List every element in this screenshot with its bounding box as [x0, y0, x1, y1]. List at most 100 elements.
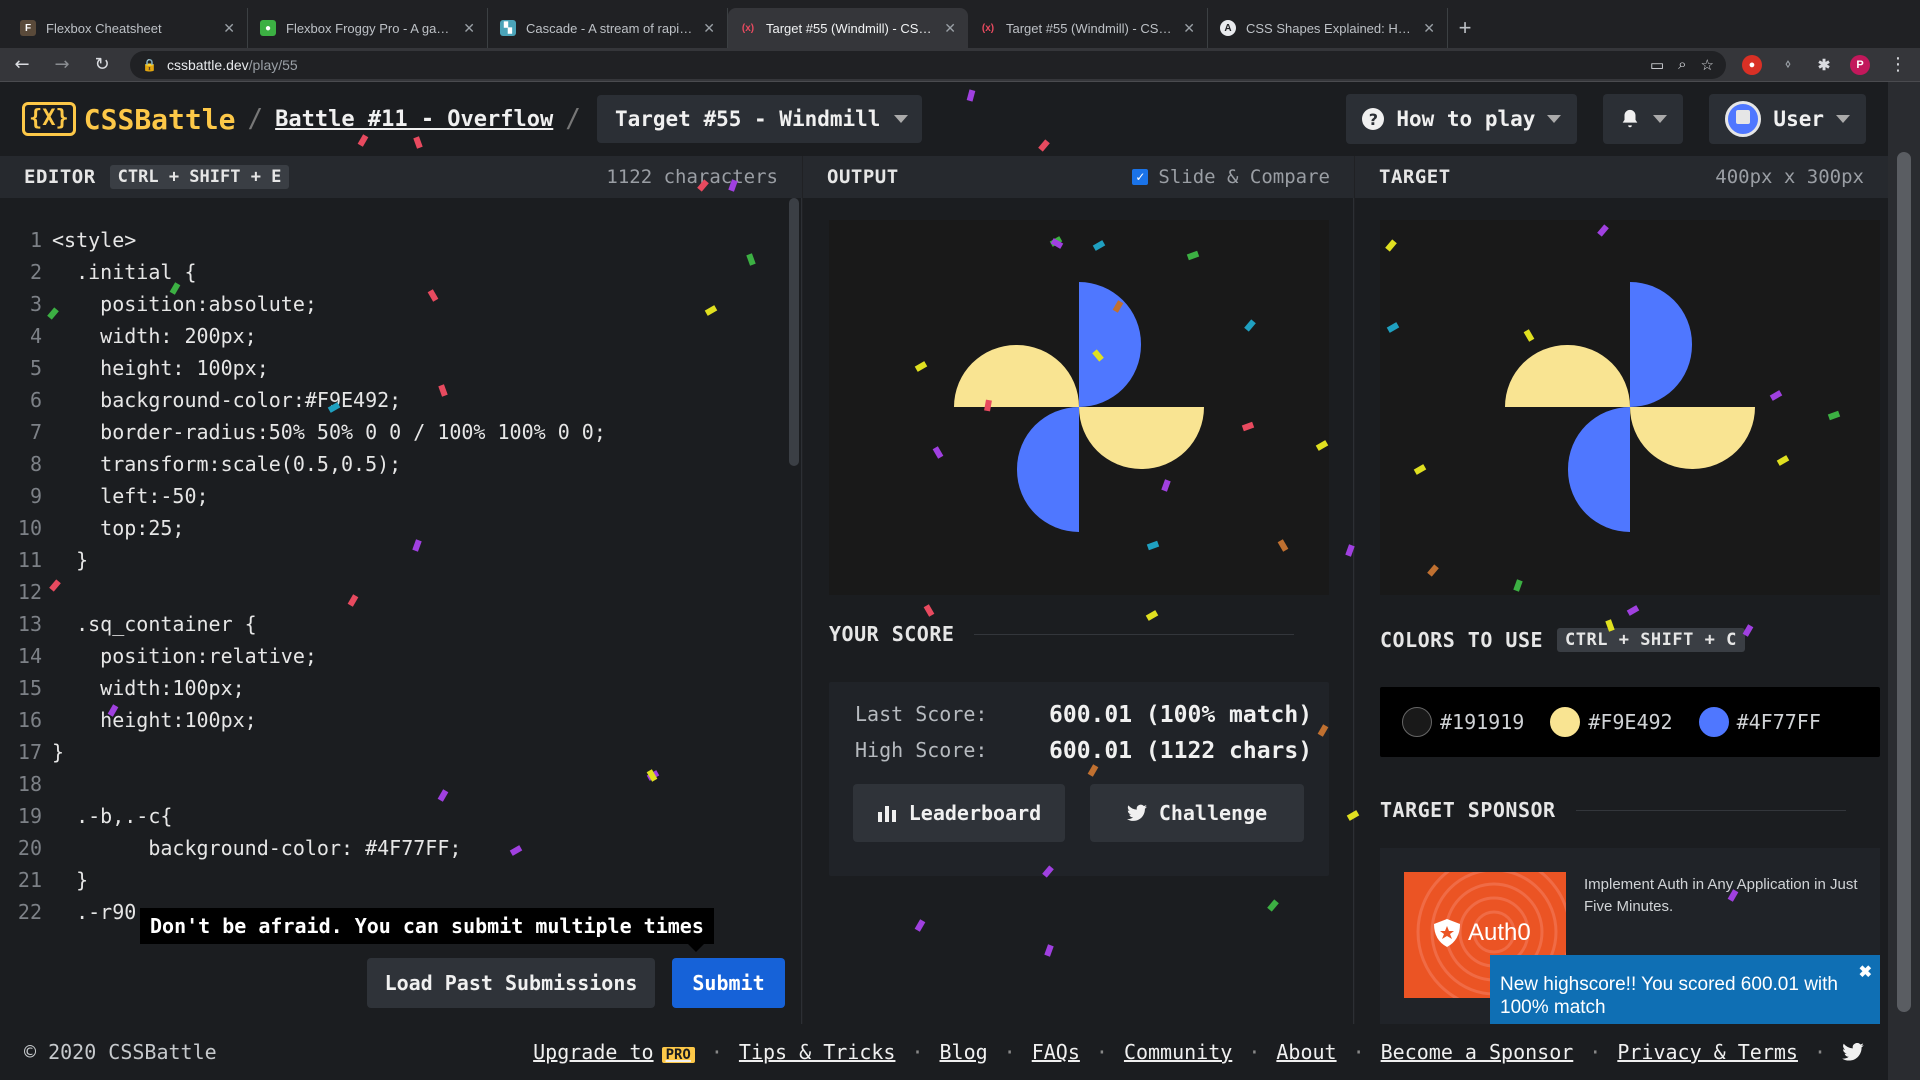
code-text[interactable]: }	[44, 736, 64, 768]
profile-avatar[interactable]: P	[1850, 54, 1870, 75]
zoom-icon[interactable]: ⌕	[1678, 56, 1686, 74]
code-line[interactable]: 8 transform:scale(0.5,0.5);	[0, 448, 780, 480]
target-select[interactable]: Target #55 - Windmill	[596, 95, 923, 143]
footer-link-tips[interactable]: Tips & Tricks	[739, 1040, 896, 1064]
code-line[interactable]: 14 position:relative;	[0, 640, 780, 672]
extensions-puzzle-icon[interactable]: ✱	[1814, 55, 1834, 75]
load-past-submissions-button[interactable]: Load Past Submissions	[367, 958, 655, 1008]
editor-scrollbar[interactable]	[789, 198, 799, 466]
code-text[interactable]: left:-50;	[44, 480, 208, 512]
code-line[interactable]: 2 .initial {	[0, 256, 780, 288]
forward-icon[interactable]: →	[50, 53, 74, 77]
code-line[interactable]: 9 left:-50;	[0, 480, 780, 512]
slide-compare-toggle[interactable]: ✓ Slide & Compare	[1132, 166, 1330, 188]
address-bar[interactable]: 🔒 cssbattle.dev/play/55 ▭ ⌕ ☆	[130, 50, 1726, 79]
code-line[interactable]: 18	[0, 768, 780, 800]
code-line[interactable]: 1 <style>	[0, 224, 780, 256]
close-tab-icon[interactable]: ✕	[463, 20, 475, 37]
browser-tab[interactable]: ● Flexbox Froggy Pro - A game fo ✕	[248, 8, 488, 48]
code-line[interactable]: 15 width:100px;	[0, 672, 780, 704]
code-text[interactable]: position:absolute;	[44, 288, 317, 320]
code-text[interactable]: background-color: #4F77FF;	[44, 832, 461, 864]
code-line[interactable]: 13 .sq_container {	[0, 608, 780, 640]
code-text[interactable]: }	[44, 864, 88, 896]
user-menu-button[interactable]: User	[1709, 94, 1866, 144]
close-tab-icon[interactable]: ✕	[1183, 20, 1195, 37]
code-line[interactable]: 5 height: 100px;	[0, 352, 780, 384]
code-line[interactable]: 19 .-b,.-c{	[0, 800, 780, 832]
code-text[interactable]: }	[44, 544, 88, 576]
code-line[interactable]: 17}	[0, 736, 780, 768]
code-line[interactable]: 6 background-color:#F9E492;	[0, 384, 780, 416]
code-text[interactable]: <style>	[44, 224, 136, 256]
code-text[interactable]: .initial {	[44, 256, 196, 288]
code-text[interactable]: .sq_container {	[44, 608, 257, 640]
code-text[interactable]: top:25;	[44, 512, 184, 544]
close-tab-icon[interactable]: ✕	[703, 20, 715, 37]
code-line[interactable]: 3 position:absolute;	[0, 288, 780, 320]
cssbattle-logo[interactable]: {X} CSSBattle	[22, 102, 235, 136]
code-text[interactable]: height: 100px;	[44, 352, 269, 384]
code-line[interactable]: 7 border-radius:50% 50% 0 0 / 100% 100% …	[0, 416, 780, 448]
highscore-toast[interactable]: ✖ New highscore!! You scored 600.01 with…	[1490, 955, 1880, 1035]
submit-button[interactable]: Submit	[672, 958, 785, 1008]
close-tab-icon[interactable]: ✕	[944, 20, 956, 37]
browser-menu-icon[interactable]: ⋮	[1886, 53, 1910, 77]
footer-link-upgrade[interactable]: Upgrade to PRO	[533, 1040, 695, 1064]
code-text[interactable]: border-radius:50% 50% 0 0 / 100% 100% 0 …	[44, 416, 606, 448]
code-text[interactable]: height:100px;	[44, 704, 257, 736]
code-area[interactable]: 1 <style> 2 .initial {3 position:absolute;…	[0, 224, 780, 928]
back-icon[interactable]: ←	[10, 53, 34, 77]
code-line[interactable]: 11 }	[0, 544, 780, 576]
close-tab-icon[interactable]: ✕	[223, 20, 235, 37]
footer-link-about[interactable]: About	[1276, 1040, 1336, 1064]
code-text[interactable]: position:relative;	[44, 640, 317, 672]
footer-link-community[interactable]: Community	[1124, 1040, 1232, 1064]
code-text[interactable]: width:100px;	[44, 672, 245, 704]
reload-icon[interactable]: ↻	[90, 53, 114, 77]
color-swatch-item[interactable]: #4F77FF	[1698, 707, 1821, 737]
how-to-play-button[interactable]: ? How to play	[1346, 94, 1578, 144]
twitter-icon[interactable]	[1842, 1043, 1864, 1061]
color-swatch-item[interactable]: #F9E492	[1550, 707, 1673, 737]
code-text[interactable]: .-b,.-c{	[44, 800, 172, 832]
notifications-button[interactable]	[1603, 94, 1684, 144]
code-line[interactable]: 10 top:25;	[0, 512, 780, 544]
color-swatch-item[interactable]: #191919	[1402, 707, 1524, 737]
code-line[interactable]: 20 background-color: #4F77FF;	[0, 832, 780, 864]
footer-link-faqs[interactable]: FAQs	[1032, 1040, 1080, 1064]
code-text[interactable]: background-color:#F9E492;	[44, 384, 401, 416]
cast-icon[interactable]: ▭	[1650, 56, 1664, 74]
code-text[interactable]: width: 200px;	[44, 320, 257, 352]
code-line[interactable]: 4 width: 200px;	[0, 320, 780, 352]
code-line[interactable]: 12	[0, 576, 780, 608]
code-editor[interactable]: 1 <style> 2 .initial {3 position:absolute;…	[0, 198, 802, 1024]
code-text[interactable]	[44, 576, 52, 608]
battle-link[interactable]: Battle #11 - Overflow	[275, 107, 553, 132]
target-canvas[interactable]	[1380, 220, 1880, 595]
code-line[interactable]: 21 }	[0, 864, 780, 896]
new-tab-button[interactable]: +	[1448, 8, 1482, 48]
browser-tab[interactable]: F Flexbox Cheatsheet ✕	[8, 8, 248, 48]
close-tab-icon[interactable]: ✕	[1423, 20, 1435, 37]
code-line[interactable]: 16 height:100px;	[0, 704, 780, 736]
extension-red-icon[interactable]: ●	[1742, 54, 1762, 75]
browser-tab[interactable]: (x) Target #55 (Windmill) - CSSBa ✕	[968, 8, 1208, 48]
code-text[interactable]: .-r90	[44, 896, 136, 928]
close-icon[interactable]: ✖	[1859, 961, 1872, 984]
footer-link-privacy[interactable]: Privacy & Terms	[1617, 1040, 1798, 1064]
page-scrollbar[interactable]	[1888, 82, 1920, 1080]
extension-gray-icon[interactable]: ⬨	[1778, 55, 1798, 75]
challenge-button[interactable]: Challenge	[1090, 784, 1304, 842]
checkbox-checked-icon[interactable]: ✓	[1132, 169, 1149, 185]
page-scrollbar-thumb[interactable]	[1897, 152, 1911, 1012]
footer-link-blog[interactable]: Blog	[940, 1040, 988, 1064]
browser-tab-active[interactable]: (x) Target #55 (Windmill) - CSSBa ✕	[728, 8, 968, 48]
code-text[interactable]	[44, 768, 52, 800]
browser-tab[interactable]: A CSS Shapes Explained: How to ✕	[1208, 8, 1448, 48]
leaderboard-button[interactable]: Leaderboard	[853, 784, 1065, 842]
bookmark-star-icon[interactable]: ☆	[1701, 56, 1714, 74]
footer-link-sponsor[interactable]: Become a Sponsor	[1381, 1040, 1574, 1064]
browser-tab[interactable]: ▚ Cascade - A stream of rapid-fi ✕	[488, 8, 728, 48]
output-canvas[interactable]	[829, 220, 1329, 595]
